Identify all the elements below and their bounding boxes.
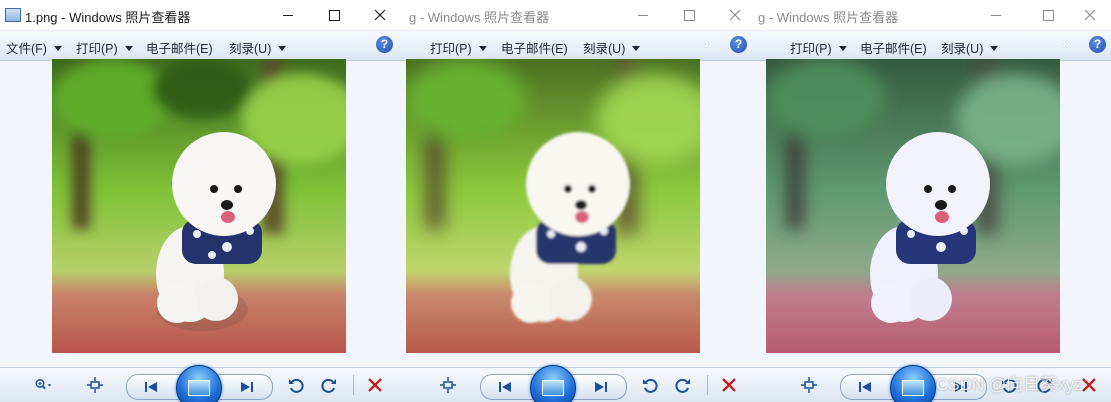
menu-email-label: 电子邮件(E) — [501, 42, 568, 56]
slideshow-button[interactable] — [530, 365, 576, 402]
window-title: g - Windows 照片查看器 — [758, 10, 899, 25]
menu-email-label: 电子邮件(E) — [860, 42, 927, 56]
minimize-button[interactable] — [620, 0, 666, 30]
window-title: 1.png - Windows 照片查看器 — [25, 10, 191, 25]
maximize-button[interactable] — [666, 0, 712, 30]
bottom-toolbar — [403, 365, 758, 402]
menu-bar: 文件(F) 打印(P) 电子邮件(E) 刻录(U) ? — [0, 30, 403, 61]
minimize-button[interactable] — [265, 0, 311, 30]
close-icon — [374, 9, 386, 21]
dropdown-arrow-icon — [478, 46, 487, 51]
slideshow-icon — [188, 380, 210, 396]
delete-button[interactable] — [364, 375, 386, 395]
menu-print[interactable]: 打印(P) — [430, 38, 487, 57]
menu-overflow-icon[interactable]: » — [704, 35, 712, 52]
close-icon — [729, 9, 741, 21]
fit-to-window-icon — [87, 377, 103, 393]
dog-photo-image — [406, 59, 700, 353]
photo-viewer-window-3: g - Windows 照片查看器 打印(P) 电子邮件(E) 刻录(U) » … — [758, 0, 1111, 402]
photo-display — [406, 59, 700, 353]
delete-icon — [722, 378, 736, 392]
photo-display — [52, 59, 346, 353]
menu-burn-label: 刻录(U) — [941, 42, 984, 56]
title-bar[interactable]: 1.png - Windows 照片查看器 — [0, 0, 403, 30]
rotate-right-icon — [321, 378, 336, 393]
window-title: g - Windows 照片查看器 — [409, 10, 550, 25]
rotate-right-button[interactable] — [318, 375, 340, 395]
zoom-button[interactable] — [28, 375, 58, 395]
menu-overflow-icon[interactable]: » — [1062, 35, 1070, 52]
fit-to-window-button[interactable] — [798, 375, 820, 395]
fit-to-window-icon — [440, 377, 456, 393]
dropdown-arrow-icon — [53, 46, 62, 51]
fit-to-window-icon — [801, 377, 817, 393]
maximize-button[interactable] — [1025, 0, 1071, 30]
close-button[interactable] — [357, 0, 403, 30]
menu-print[interactable]: 打印(P) — [790, 38, 847, 57]
watermark: CSDN @向日葵xyz — [936, 375, 1083, 394]
menu-email-label: 电子邮件(E) — [146, 42, 213, 56]
next-icon[interactable] — [592, 378, 610, 396]
menu-file-label: 文件(F) — [6, 42, 47, 56]
menu-email[interactable]: 电子邮件(E) — [501, 38, 568, 57]
fit-to-window-button[interactable] — [84, 375, 106, 395]
title-bar[interactable]: g - Windows 照片查看器 — [758, 0, 1111, 30]
menu-email[interactable]: 电子邮件(E) — [146, 38, 213, 57]
photo-viewer-window-1: 1.png - Windows 照片查看器 文件(F) 打印(P) 电子邮件(E… — [0, 0, 404, 402]
help-button[interactable]: ? — [376, 36, 393, 53]
delete-icon — [368, 378, 382, 392]
minimize-button[interactable] — [973, 0, 1019, 30]
close-button[interactable] — [712, 0, 758, 30]
toolbar-divider — [707, 375, 708, 395]
zoom-icon — [35, 379, 52, 390]
menu-file[interactable]: 文件(F) — [6, 38, 62, 57]
delete-button[interactable] — [718, 375, 740, 395]
menu-bar: 打印(P) 电子邮件(E) 刻录(U) » ? — [403, 30, 758, 61]
close-button[interactable] — [1067, 0, 1111, 30]
rotate-left-button[interactable] — [639, 375, 661, 395]
menu-print-label: 打印(P) — [790, 42, 832, 56]
rotate-right-icon — [675, 378, 690, 393]
previous-icon[interactable] — [856, 378, 874, 396]
menu-bar: 打印(P) 电子邮件(E) 刻录(U) » ? — [758, 30, 1111, 61]
slideshow-icon — [542, 380, 564, 396]
toolbar-divider — [353, 375, 354, 395]
menu-burn-label: 刻录(U) — [229, 42, 272, 56]
menu-print-label: 打印(P) — [76, 42, 118, 56]
menu-email[interactable]: 电子邮件(E) — [860, 38, 927, 57]
title-bar[interactable]: g - Windows 照片查看器 — [403, 0, 758, 30]
dropdown-arrow-icon — [632, 46, 641, 51]
previous-icon[interactable] — [142, 378, 160, 396]
dog-photo-image — [52, 59, 346, 353]
rotate-right-button[interactable] — [672, 375, 694, 395]
rotate-left-button[interactable] — [285, 375, 307, 395]
menu-burn-label: 刻录(U) — [583, 42, 626, 56]
dropdown-arrow-icon — [124, 46, 133, 51]
maximize-button[interactable] — [311, 0, 357, 30]
dropdown-arrow-icon — [838, 46, 847, 51]
menu-print-label: 打印(P) — [430, 42, 472, 56]
dropdown-arrow-icon — [278, 46, 287, 51]
app-icon — [5, 8, 21, 22]
menu-burn[interactable]: 刻录(U) — [941, 38, 999, 57]
menu-print[interactable]: 打印(P) — [76, 38, 133, 57]
next-icon[interactable] — [238, 378, 256, 396]
slideshow-button[interactable] — [176, 365, 222, 402]
fit-to-window-button[interactable] — [437, 375, 459, 395]
rotate-left-icon — [643, 378, 658, 393]
photo-viewer-window-2: g - Windows 照片查看器 打印(P) 电子邮件(E) 刻录(U) » … — [403, 0, 759, 402]
bottom-toolbar — [0, 365, 403, 402]
dog-photo-image — [766, 59, 1060, 353]
menu-burn[interactable]: 刻录(U) — [229, 38, 287, 57]
help-button[interactable]: ? — [1089, 36, 1106, 53]
previous-icon[interactable] — [496, 378, 514, 396]
menu-burn[interactable]: 刻录(U) — [583, 38, 641, 57]
rotate-left-icon — [289, 378, 304, 393]
photo-display — [766, 59, 1060, 353]
slideshow-icon — [902, 380, 924, 396]
dropdown-arrow-icon — [990, 46, 999, 51]
close-icon — [1084, 9, 1096, 21]
slideshow-button[interactable] — [890, 365, 936, 402]
help-button[interactable]: ? — [730, 36, 747, 53]
